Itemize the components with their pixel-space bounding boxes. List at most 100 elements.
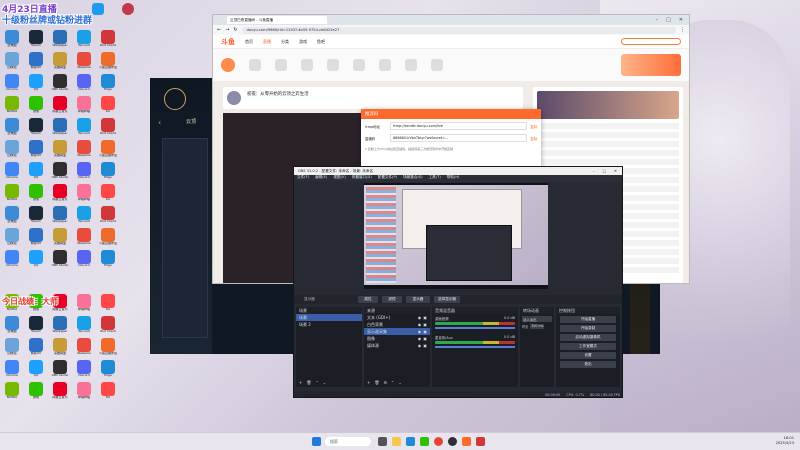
taskview-icon[interactable] (378, 437, 387, 446)
stream-key-field[interactable]: 8666601rVbxTbtyr?wsSecret=... (390, 134, 528, 142)
desktop-icon[interactable]: 斗鱼直播伴侣 (98, 140, 118, 162)
desktop-icon[interactable]: 网易UU (26, 338, 46, 360)
remove-scene-icon[interactable]: 🗑 (306, 380, 311, 385)
desktop-icon[interactable]: Edge (98, 360, 118, 382)
desktop-icon[interactable]: EA (98, 184, 118, 206)
desktop-icon[interactable]: 斗鱼直播伴侣 (98, 228, 118, 250)
desktop-icon[interactable]: 此电脑 (2, 30, 22, 52)
desktop-icon[interactable]: Tencent (74, 118, 94, 140)
address-bar[interactable]: douyu.com/9666/rid=1243?-4b55-9754-cb642… (241, 26, 676, 34)
desktop-icon[interactable]: 此电脑 (2, 316, 22, 338)
desktop-icon[interactable]: EA (98, 382, 118, 404)
scene-up-icon[interactable]: ⌃ (315, 380, 318, 385)
chrome-icon[interactable] (434, 437, 443, 446)
select-display-button[interactable]: 选择显示器 (434, 296, 460, 303)
display-button[interactable]: 显示器 (406, 296, 430, 303)
desktop-icon[interactable]: OBS Studio (50, 360, 70, 382)
desktop-icon[interactable]: QQ (26, 360, 46, 382)
desktop-icon[interactable]: 英雄联盟 (50, 52, 70, 74)
desktop-icon[interactable]: 哔哩哔哩 (74, 184, 94, 206)
obs-menu-item[interactable]: 配置文件(P) (378, 175, 397, 182)
obs-menu-item[interactable]: 编辑(E) (315, 175, 327, 182)
source-down-icon[interactable]: ⌄ (398, 380, 401, 385)
category-icon[interactable] (353, 59, 365, 71)
category-icon[interactable] (405, 59, 417, 71)
desktop-icon[interactable]: Tencent (74, 206, 94, 228)
maximize-icon[interactable]: □ (603, 169, 606, 173)
category-icon[interactable] (221, 58, 235, 72)
edge-icon[interactable] (406, 437, 415, 446)
desktop-icon[interactable]: Riot Client (98, 118, 118, 140)
visibility-icon[interactable]: ◉ (418, 315, 422, 320)
site-nav-item[interactable]: 直播 (263, 39, 271, 45)
visibility-icon[interactable]: ◉ (418, 322, 422, 327)
obs-icon[interactable] (448, 437, 457, 446)
source-item[interactable]: 媒体源 ◉ ▣ (364, 342, 430, 349)
add-scene-icon[interactable]: + (299, 380, 302, 385)
desktop-icon[interactable]: 此电脑 (2, 118, 22, 140)
desktop-icon[interactable]: 网易UU (26, 228, 46, 250)
close-icon[interactable]: ✕ (679, 17, 683, 23)
desktop-icon[interactable]: Steam (26, 206, 46, 228)
category-icon[interactable] (301, 59, 313, 71)
desktop-icon[interactable]: Discord (74, 162, 94, 184)
desktop-icon[interactable]: NVIDIA (2, 382, 22, 404)
desktop-icon[interactable]: OBS Studio (50, 74, 70, 96)
visibility-icon[interactable]: ◉ (418, 329, 422, 334)
obs-menu-item[interactable]: 场景集合(S) (403, 175, 422, 182)
desktop-icon[interactable]: 哔哩哔哩 (74, 96, 94, 118)
desktop-icon[interactable]: QQ (26, 162, 46, 184)
category-icon[interactable] (275, 59, 287, 71)
desktop-icon[interactable]: 网易云音乐 (50, 96, 70, 118)
properties-button[interactable]: 属性 (358, 296, 378, 303)
desktop-icon[interactable]: 微信 (26, 96, 46, 118)
desktop-icon[interactable]: 回收站 (2, 338, 22, 360)
lock-icon[interactable]: ▣ (423, 315, 427, 320)
source-item[interactable]: 文本 (GDI+) ◉ ▣ (364, 314, 430, 321)
desktop-icon[interactable]: 英雄联盟 (50, 140, 70, 162)
maximize-icon[interactable]: □ (666, 17, 671, 23)
game-card[interactable] (162, 138, 208, 338)
promo-banner[interactable] (621, 54, 681, 76)
close-icon[interactable]: ✕ (614, 169, 617, 173)
add-source-icon[interactable]: + (367, 380, 370, 385)
desktop-icon[interactable]: Wallpaper (50, 206, 70, 228)
transition-select[interactable]: 淡入淡出 (522, 316, 552, 322)
desktop-icon[interactable]: 哔哩哔哩 (74, 294, 94, 316)
start-recording-button[interactable]: 开始录制 (560, 325, 616, 332)
source-item[interactable]: 图像 ◉ ▣ (364, 335, 430, 342)
browser-tab[interactable]: 云顶白夜直播间 - 斗鱼直播 (227, 16, 327, 24)
extensions-icon[interactable]: ⋮ (680, 27, 685, 33)
desktop-icon[interactable]: Chrome (2, 360, 22, 382)
category-icon[interactable] (249, 59, 261, 71)
desktop-icon[interactable]: 微信 (26, 382, 46, 404)
desktop-icon[interactable]: QQ (26, 74, 46, 96)
desktop-icon[interactable]: Discord (74, 360, 94, 382)
reload-icon[interactable]: ↻ (233, 27, 237, 33)
desktop-icon[interactable]: 斗鱼直播伴侣 (98, 52, 118, 74)
desktop-icon[interactable]: Riot Client (98, 30, 118, 52)
desktop-icon[interactable]: NVIDIA (2, 96, 22, 118)
desktop-icon[interactable]: WeGame (74, 338, 94, 360)
obs-window[interactable]: OBS 31.0.2 - 配置文件: 未命名 - 场景: 未命名 – □ ✕ 文… (293, 166, 623, 398)
desktop-icon[interactable]: WeGame (74, 228, 94, 250)
obs-menu-item[interactable]: 停靠窗口(D) (352, 175, 372, 182)
desktop-icon[interactable]: 网易云音乐 (50, 184, 70, 206)
desktop-icon[interactable]: Chrome (2, 250, 22, 272)
minimize-icon[interactable]: – (656, 17, 659, 23)
desktop-icon[interactable]: Wallpaper (50, 316, 70, 338)
desktop-icon[interactable]: Discord (74, 250, 94, 272)
category-icon[interactable] (327, 59, 339, 71)
studio-mode-button[interactable]: 工作室模式 (560, 343, 616, 350)
category-icon[interactable] (431, 59, 443, 71)
copy-key-button[interactable]: 复制 (530, 136, 537, 141)
desktop-icon[interactable]: 哔哩哔哩 (74, 382, 94, 404)
desktop-icon[interactable]: 回收站 (2, 140, 22, 162)
desktop-icon[interactable]: EA (98, 96, 118, 118)
douyu-icon[interactable] (462, 437, 471, 446)
desktop-icon[interactable]: 此电脑 (2, 206, 22, 228)
duration-input[interactable]: 300 ms (530, 324, 545, 329)
exit-button[interactable]: 退出 (560, 361, 616, 368)
desktop-icon[interactable]: Chrome (2, 74, 22, 96)
start-virtual-camera-button[interactable]: 启动虚拟摄像机 (560, 334, 616, 341)
